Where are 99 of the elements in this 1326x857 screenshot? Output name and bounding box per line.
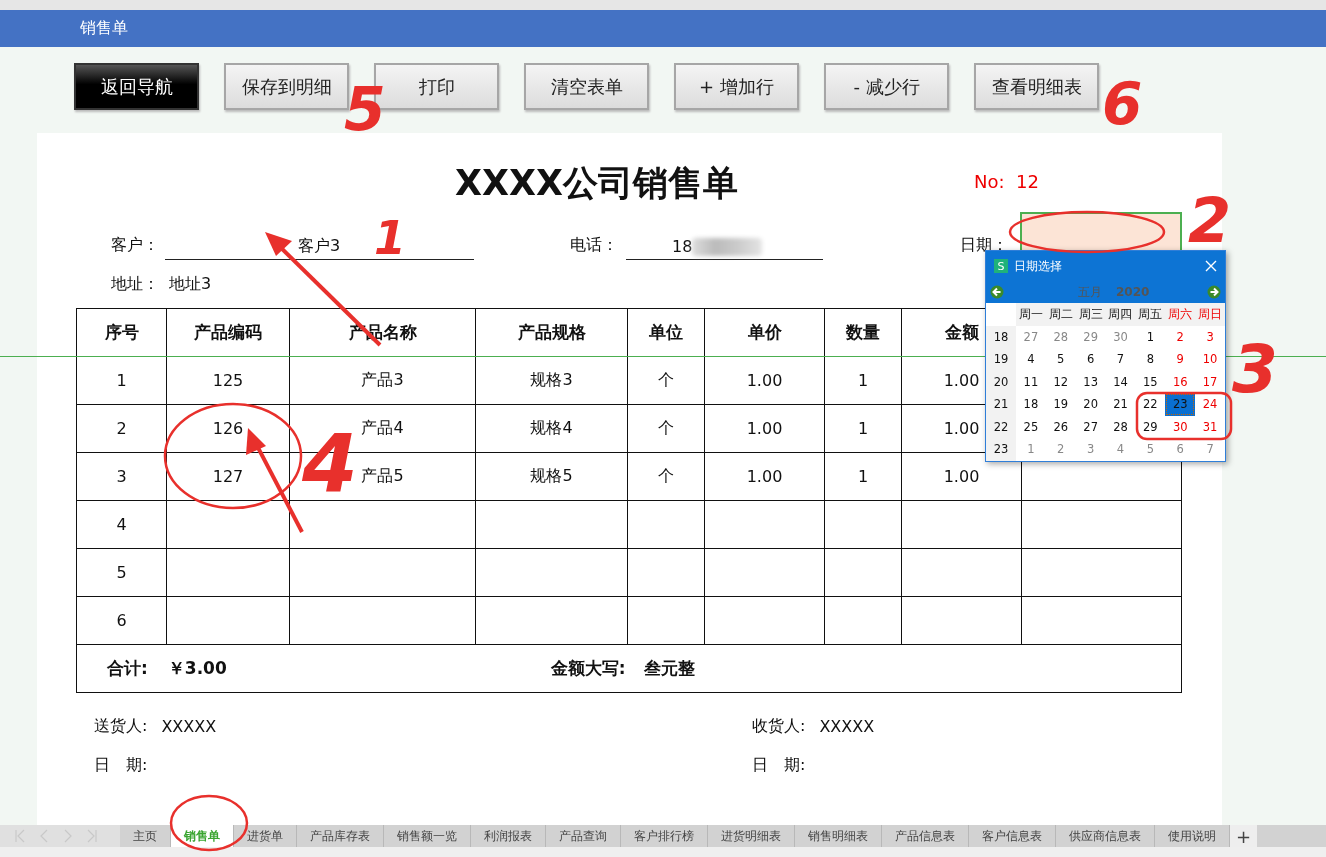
calendar-day[interactable]: 15 xyxy=(1135,370,1166,393)
calendar-day[interactable]: 27 xyxy=(1075,415,1106,438)
week-number: 21 xyxy=(986,393,1016,416)
order-number: No: 12 xyxy=(973,170,1039,192)
handwritten-number: 2 xyxy=(1188,184,1232,257)
weekday-header: 周日 xyxy=(1195,303,1225,326)
table-cell: 4 xyxy=(76,500,167,549)
weekday-header: 周六 xyxy=(1165,303,1196,326)
calendar-day[interactable]: 30 xyxy=(1105,325,1136,348)
date-label: 日 期: xyxy=(94,754,148,776)
calendar-day[interactable]: 7 xyxy=(1105,348,1136,371)
app-icon: S xyxy=(994,259,1008,273)
total-label: 合计: xyxy=(107,657,148,680)
table-cell: 6 xyxy=(76,596,167,645)
table-cell: 3 xyxy=(76,452,167,501)
toolbar-button[interactable]: 查看明细表 xyxy=(974,63,1099,110)
table-cell: 个 xyxy=(627,452,705,501)
dialog-title: 日期选择 xyxy=(1014,257,1063,275)
weekday-header: 周五 xyxy=(1135,303,1166,326)
weekday-header: 周二 xyxy=(1045,303,1076,326)
week-number: 18 xyxy=(986,325,1016,348)
week-number: 22 xyxy=(986,415,1016,438)
weekday-header: 周四 xyxy=(1105,303,1136,326)
phone-number: 18 xyxy=(672,237,693,256)
total-value: ￥3.00 xyxy=(167,657,227,680)
calendar-day[interactable]: 3 xyxy=(1195,325,1225,348)
calendar-day[interactable]: 29 xyxy=(1135,415,1166,438)
sheet-title: 销售单 xyxy=(80,18,128,39)
table-cell: 1 xyxy=(824,404,902,453)
signature-value: XXXXX xyxy=(819,716,875,736)
weekday-header: 周一 xyxy=(1016,303,1046,326)
toolbar-button[interactable]: 保存到明细 xyxy=(224,63,349,110)
table-cell: 5 xyxy=(76,548,167,597)
calendar-day[interactable]: 17 xyxy=(1195,370,1225,393)
calendar-day[interactable]: 2 xyxy=(1045,438,1076,461)
toolbar-button[interactable]: - 减少行 xyxy=(824,63,949,110)
week-number: 19 xyxy=(986,348,1016,371)
calendar-day[interactable]: 3 xyxy=(1075,438,1106,461)
calendar-day[interactable]: 10 xyxy=(1195,348,1225,371)
calendar-day[interactable]: 6 xyxy=(1165,438,1196,461)
previous-month-icon[interactable] xyxy=(990,285,1004,299)
calendar-day[interactable]: 8 xyxy=(1135,348,1166,371)
phone-field[interactable]: 18 xyxy=(626,234,823,260)
calendar-day[interactable]: 7 xyxy=(1195,438,1225,461)
calendar-day[interactable]: 1 xyxy=(1135,325,1166,348)
table-cell: 2 xyxy=(76,404,167,453)
field-label: 客户： xyxy=(111,235,160,256)
amount-words-label: 金额大写: xyxy=(550,657,626,680)
calendar-day[interactable]: 29 xyxy=(1075,325,1106,348)
calendar-day[interactable]: 22 xyxy=(1135,393,1166,416)
field-label: 地址： xyxy=(111,273,160,295)
calendar-day[interactable]: 6 xyxy=(1075,348,1106,371)
amount-words-value: 叁元整 xyxy=(643,657,695,680)
signature-value: XXXXX xyxy=(161,716,217,736)
table-cell: 1 xyxy=(824,452,902,501)
toolbar-button[interactable]: 返回导航 xyxy=(74,63,199,110)
next-month-icon[interactable] xyxy=(1207,285,1221,299)
calendar-day[interactable]: 5 xyxy=(1135,438,1166,461)
calendar-day[interactable]: 28 xyxy=(1045,325,1076,348)
calendar-day[interactable]: 14 xyxy=(1105,370,1136,393)
calendar-day[interactable]: 9 xyxy=(1165,348,1196,371)
week-number: 20 xyxy=(986,370,1016,393)
calendar-day[interactable]: 19 xyxy=(1045,393,1076,416)
calendar-day[interactable]: 12 xyxy=(1045,370,1076,393)
calendar-day[interactable]: 20 xyxy=(1075,393,1106,416)
close-icon[interactable] xyxy=(1205,260,1217,272)
address-value: 地址3 xyxy=(169,273,212,295)
toolbar-button[interactable]: + 增加行 xyxy=(674,63,799,110)
calendar-day[interactable]: 28 xyxy=(1105,415,1136,438)
year-label: 2020 xyxy=(1116,285,1150,299)
calendar-day[interactable]: 31 xyxy=(1195,415,1225,438)
field-label: 日期： xyxy=(960,235,1009,256)
calendar-day[interactable]: 23 xyxy=(1165,393,1196,416)
table-cell: 规格5 xyxy=(475,452,628,501)
date-label: 日 期: xyxy=(752,754,806,776)
calendar-day[interactable]: 24 xyxy=(1195,393,1225,416)
calendar-day[interactable]: 2 xyxy=(1165,325,1196,348)
table-cell: 1.00 xyxy=(704,452,825,501)
form-title: XXXX公司销售单 xyxy=(455,161,738,205)
add-sheet-button[interactable]: + xyxy=(1230,825,1258,847)
calendar-day[interactable]: 4 xyxy=(1105,438,1136,461)
handwritten-number: 6 xyxy=(1102,70,1143,138)
calendar-day[interactable]: 26 xyxy=(1045,415,1076,438)
weekday-header: 周三 xyxy=(1075,303,1106,326)
week-number: 23 xyxy=(986,438,1016,461)
field-label: 电话： xyxy=(570,235,619,256)
calendar-day[interactable]: 13 xyxy=(1075,370,1106,393)
table-cell: 个 xyxy=(627,404,705,453)
table-cell: 规格4 xyxy=(475,404,628,453)
calendar-day[interactable]: 30 xyxy=(1165,415,1196,438)
month-label: 五月 xyxy=(1078,283,1102,301)
table-cell: 1.00 xyxy=(704,404,825,453)
signature-label: 收货人: xyxy=(752,715,806,737)
redaction-blur xyxy=(692,237,763,256)
calendar-day[interactable]: 5 xyxy=(1045,348,1076,371)
calendar-day[interactable]: 21 xyxy=(1105,393,1136,416)
toolbar-button[interactable]: 清空表单 xyxy=(524,63,649,110)
signature-label: 送货人: xyxy=(94,715,148,737)
calendar-day[interactable]: 16 xyxy=(1165,370,1196,393)
